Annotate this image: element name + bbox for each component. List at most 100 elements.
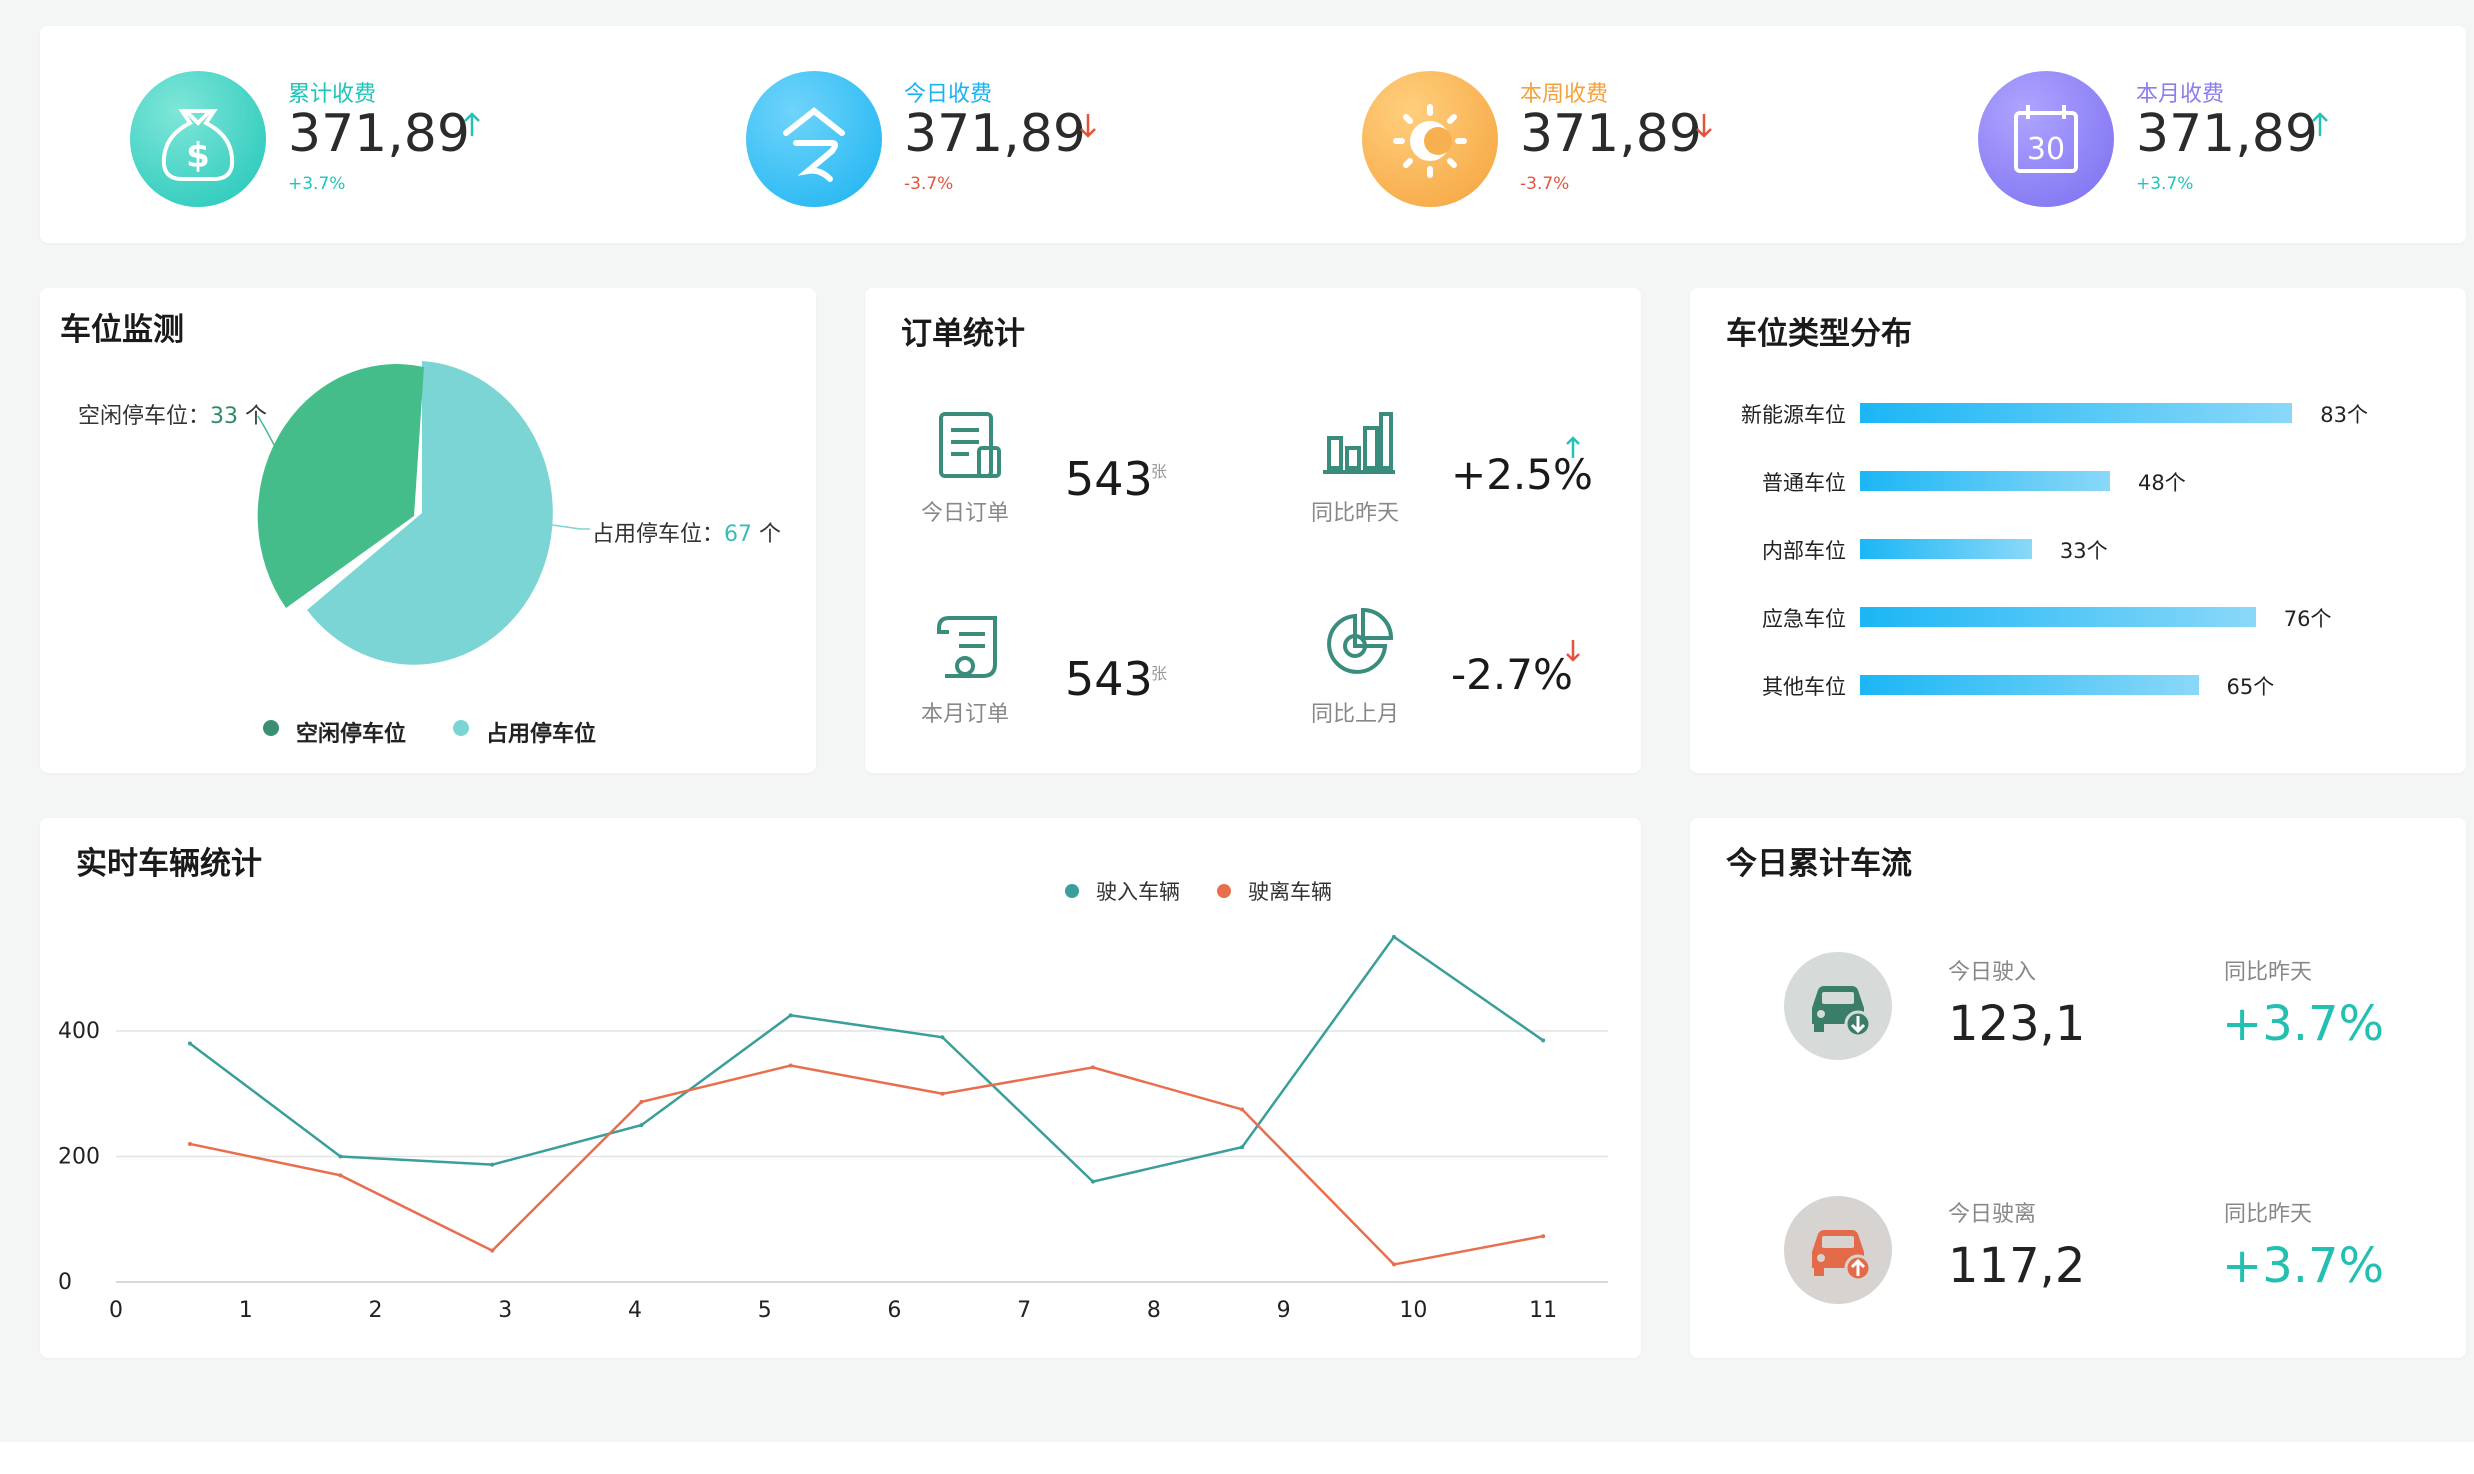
x-tick-label: 5 <box>758 1298 772 1323</box>
stat-value: 371,89 <box>288 104 470 164</box>
arrow-up-icon <box>1566 436 1580 458</box>
flow-out-label: 今日驶离 <box>1948 1202 2037 1227</box>
series-line-1[interactable] <box>189 1064 1544 1266</box>
legend-dot <box>1065 884 1079 898</box>
bar-label: 应急车位 <box>1762 607 1846 631</box>
receipt-icon <box>937 616 997 678</box>
arrow-down-icon <box>1080 114 1096 138</box>
data-point[interactable] <box>1391 934 1396 939</box>
bar[interactable] <box>1860 607 2256 627</box>
realtime-card: 实时车辆统计 0 200 400 0 1 2 3 4 5 6 7 8 9 10 11 驶入车辆 驶离车辆 <box>40 818 1641 1358</box>
svg-text:$: $ <box>186 136 210 176</box>
arrow-down-icon <box>1566 640 1580 662</box>
sun-icon <box>1362 71 1498 207</box>
legend-dot-used <box>453 720 469 736</box>
x-tick-label: 7 <box>1017 1298 1031 1323</box>
bar-label: 其他车位 <box>1762 675 1846 699</box>
page-footer <box>0 1442 2474 1474</box>
data-point[interactable] <box>1391 1262 1396 1267</box>
space-types-card: 车位类型分布 新能源车位 83个 普通车位 48个 内部车位 33个 应急车位 76个 其他车位… <box>1690 288 2466 773</box>
arrow-up-icon <box>464 112 480 136</box>
order-today-value: 543 <box>1065 452 1153 506</box>
legend-dot-free <box>263 720 279 736</box>
data-point[interactable] <box>1090 1179 1095 1184</box>
flow-out-cmp-label: 同比昨天 <box>2224 1202 2313 1227</box>
arrow-down-icon <box>1696 114 1712 138</box>
data-point[interactable] <box>187 1141 192 1146</box>
order-vs-yesterday-label: 同比昨天 <box>1311 501 1400 526</box>
bar-value: 65个 <box>2226 675 2275 699</box>
data-point[interactable] <box>1240 1107 1245 1112</box>
x-tick-label: 3 <box>498 1298 512 1323</box>
stat-change: +3.7% <box>288 174 346 194</box>
stat-total[interactable]: $ 累计收费 371,89 +3.7% <box>130 26 690 243</box>
order-vs-month-value: -2.7% <box>1451 650 1573 699</box>
bar-value: 76个 <box>2283 607 2332 631</box>
stat-month[interactable]: 30 本月收费 371,89 +3.7% <box>1978 26 2438 243</box>
card-title: 订单统计 <box>901 316 1025 352</box>
x-tick-label: 11 <box>1529 1298 1557 1323</box>
bar-chart-icon <box>1323 412 1395 474</box>
data-point[interactable] <box>1541 1038 1546 1043</box>
flow-card: 今日累计车流 今日驶入 123,1 同比昨天 +3.7% 今日驶离 117,2 … <box>1690 818 2466 1358</box>
flow-in-cmp-value: +3.7% <box>2222 996 2385 1052</box>
order-month-value: 543 <box>1065 652 1153 706</box>
data-point[interactable] <box>639 1123 644 1128</box>
x-tick-label: 1 <box>239 1298 253 1323</box>
bar-value: 48个 <box>2137 471 2186 495</box>
data-point[interactable] <box>1541 1234 1546 1239</box>
x-tick-label: 6 <box>887 1298 901 1323</box>
bar-label: 内部车位 <box>1762 539 1846 563</box>
bar[interactable] <box>1860 675 2199 695</box>
data-point[interactable] <box>940 1091 945 1096</box>
data-point[interactable] <box>187 1041 192 1046</box>
x-tick-label: 9 <box>1277 1298 1291 1323</box>
y-tick-label: 200 <box>58 1145 100 1170</box>
data-point[interactable] <box>1240 1145 1245 1150</box>
y-tick-label: 400 <box>58 1019 100 1044</box>
flow-in-cmp-label: 同比昨天 <box>2224 960 2313 985</box>
flow-in-label: 今日驶入 <box>1948 960 2037 985</box>
data-point[interactable] <box>788 1063 793 1068</box>
bar-label: 普通车位 <box>1762 471 1846 495</box>
order-vs-month-label: 同比上月 <box>1311 702 1400 727</box>
data-point[interactable] <box>1090 1065 1095 1070</box>
pie-label-used-unit: 个 <box>752 522 782 547</box>
pie-label-used-text: 占用停车位： <box>592 522 725 547</box>
legend-used[interactable]: 占用停车位 <box>486 716 596 748</box>
bar-value: 83个 <box>2320 403 2368 427</box>
bar[interactable] <box>1860 471 2110 491</box>
legend-dot <box>1217 884 1231 898</box>
legend-free[interactable]: 空闲停车位 <box>296 716 406 748</box>
data-point[interactable] <box>338 1173 343 1178</box>
flow-in-value: 123,1 <box>1948 996 2086 1052</box>
legend-label[interactable]: 驶入车辆 <box>1096 880 1180 904</box>
data-point[interactable] <box>639 1099 644 1104</box>
bar[interactable] <box>1860 539 2032 559</box>
bar[interactable] <box>1860 403 2293 423</box>
stat-week[interactable]: 本周收费 371,89 -3.7% <box>1362 26 1922 243</box>
data-point[interactable] <box>490 1248 495 1253</box>
order-month-label: 本月订单 <box>921 702 1010 727</box>
car-out-icon <box>1784 1196 1892 1304</box>
orders-card: 订单统计 今日订单 543 张 同比昨天 +2.5% 本月订单 543 张 同比… <box>865 288 1641 773</box>
x-tick-label: 4 <box>628 1298 642 1323</box>
line-chart: 0 200 400 0 1 2 3 4 5 6 7 8 9 10 11 驶入车辆 驶离车辆 <box>58 880 1608 1323</box>
flow-out-cmp-value: +3.7% <box>2222 1238 2385 1294</box>
data-point[interactable] <box>338 1154 343 1159</box>
legend-label[interactable]: 驶离车辆 <box>1248 880 1332 904</box>
stat-change: -3.7% <box>904 174 954 194</box>
pie-label-used: 占用停车位：67 个 <box>592 516 781 548</box>
data-point[interactable] <box>788 1013 793 1018</box>
data-point[interactable] <box>490 1162 495 1167</box>
stat-today[interactable]: 今日收费 371,89 -3.7% <box>746 26 1306 243</box>
stat-value: 371,89 <box>904 104 1086 164</box>
pie-label-free: 空闲停车位：33 个 <box>78 398 267 430</box>
arrow-up-icon <box>2312 112 2328 136</box>
series-line-0[interactable] <box>189 935 1544 1183</box>
bar-label: 新能源车位 <box>1741 403 1846 427</box>
stat-change: +3.7% <box>2136 174 2194 194</box>
pie-leader-used <box>545 523 590 530</box>
stat-value: 371,89 <box>1520 104 1702 164</box>
data-point[interactable] <box>940 1035 945 1040</box>
